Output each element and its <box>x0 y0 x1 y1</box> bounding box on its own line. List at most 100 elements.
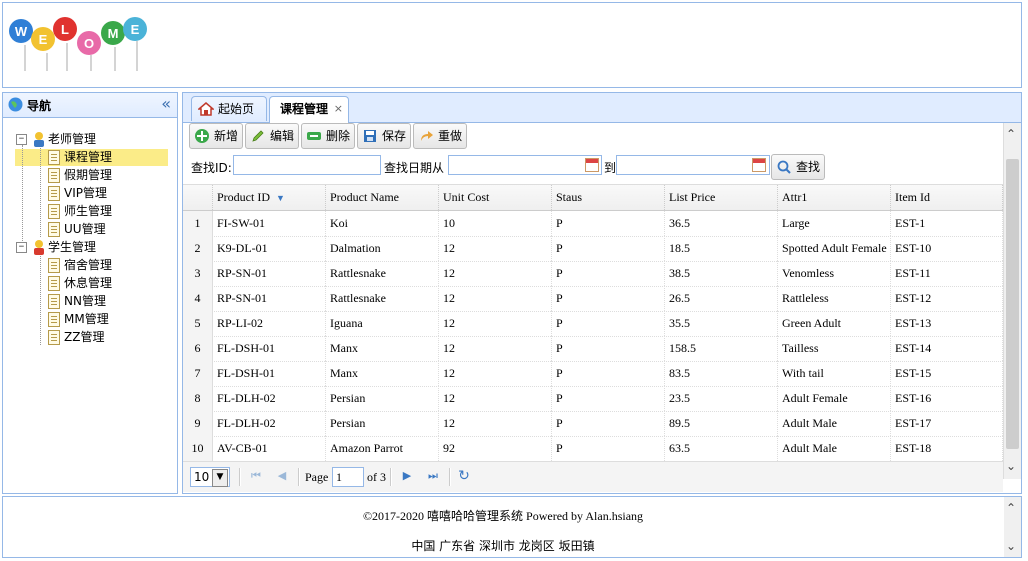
cell-product-id: AV-CB-01 <box>213 436 326 461</box>
scroll-down-icon[interactable]: ⌄ <box>1006 539 1016 553</box>
add-button[interactable]: 新增 <box>189 123 243 149</box>
tree-item-holiday[interactable]: 假期管理 <box>34 166 164 184</box>
tree-node-teacher[interactable]: − 老师管理 <box>16 130 166 148</box>
tree-node-student[interactable]: − 学生管理 <box>16 238 166 256</box>
globe-icon <box>8 97 23 112</box>
tree-item-uu[interactable]: UU管理 <box>34 220 164 238</box>
table-row[interactable]: 3 RP-SN-01 Rattlesnake 12 P 38.5 Venomless EST-… <box>183 261 1003 287</box>
cell-unit-cost: 12 <box>439 286 552 311</box>
redo-button[interactable]: 重做 <box>413 123 467 149</box>
svg-text:O: O <box>84 36 94 51</box>
document-icon <box>48 222 60 237</box>
column-header-attr1[interactable]: Attr1 <box>778 185 891 210</box>
cell-list-price: 18.5 <box>665 236 778 261</box>
column-header-product-name[interactable]: Product Name <box>326 185 439 210</box>
column-header-list-price[interactable]: List Price <box>665 185 778 210</box>
tree-item-rest[interactable]: 休息管理 <box>34 274 164 292</box>
table-row[interactable]: 1 FI-SW-01 Koi 10 P 36.5 Large EST-1 <box>183 211 1003 237</box>
cell-unit-cost: 12 <box>439 261 552 286</box>
separator <box>298 468 300 486</box>
chevron-down-icon[interactable]: ▼ <box>212 469 228 487</box>
page-number-input[interactable] <box>332 467 364 487</box>
scroll-up-icon[interactable]: ⌃ <box>1006 501 1016 515</box>
calendar-icon[interactable] <box>752 158 766 172</box>
welcome-logo: WEL OM E <box>9 17 147 71</box>
tree-line <box>22 145 23 249</box>
search-button[interactable]: 查找 <box>771 154 825 180</box>
scroll-down-icon[interactable]: ⌄ <box>1006 459 1016 473</box>
next-page-icon[interactable]: ▶ <box>399 468 415 484</box>
tree-label: ZZ管理 <box>64 330 105 344</box>
column-header-product-id[interactable]: Product ID ▼ <box>213 185 326 210</box>
table-row[interactable]: 5 RP-LI-02 Iguana 12 P 35.5 Green Adult EST-13 <box>183 311 1003 337</box>
row-number-header <box>183 185 213 210</box>
cell-product-id: RP-SN-01 <box>213 261 326 286</box>
prev-page-icon[interactable]: ◀ <box>274 468 290 484</box>
refresh-icon[interactable]: ↻ <box>456 468 472 484</box>
vertical-scrollbar[interactable]: ⌃ ⌄ <box>1003 123 1021 479</box>
cell-product-id: FL-DLH-02 <box>213 386 326 411</box>
search-id-input[interactable] <box>233 155 381 175</box>
last-page-icon[interactable]: ⏭ <box>425 468 441 484</box>
date-from-input[interactable] <box>448 155 602 175</box>
cell-unit-cost: 12 <box>439 411 552 436</box>
tree-item-mm[interactable]: MM管理 <box>34 310 164 328</box>
table-row[interactable]: 2 K9-DL-01 Dalmation 12 P 18.5 Spotted Adult F… <box>183 236 1003 262</box>
footer-scrollbar[interactable]: ⌃ ⌄ <box>1004 497 1021 557</box>
tree-item-nn[interactable]: NN管理 <box>34 292 164 310</box>
row-number: 6 <box>183 336 213 361</box>
navigation-header: 导航 « <box>3 93 177 118</box>
calendar-icon[interactable] <box>585 158 599 172</box>
table-row[interactable]: 10 AV-CB-01 Amazon Parrot 92 P 63.5 Adult Male… <box>183 436 1003 462</box>
cell-attr1: Adult Male <box>778 411 891 436</box>
cell-product-id: FI-SW-01 <box>213 211 326 236</box>
first-page-icon[interactable]: ⏮ <box>248 468 264 484</box>
table-row[interactable]: 9 FL-DLH-02 Persian 12 P 89.5 Adult Male EST-17 <box>183 411 1003 437</box>
column-header-status[interactable]: Staus <box>552 185 665 210</box>
page-size-select[interactable]: 10 ▼ <box>190 467 230 487</box>
table-row[interactable]: 7 FL-DSH-01 Manx 12 P 83.5 With tail EST-15 <box>183 361 1003 387</box>
separator <box>239 468 241 486</box>
save-icon <box>364 130 376 142</box>
document-icon <box>48 204 60 219</box>
save-button[interactable]: 保存 <box>357 123 411 149</box>
tab-home[interactable]: 起始页 <box>191 96 267 121</box>
collapse-toggle-icon[interactable]: − <box>16 242 27 253</box>
tree-item-course[interactable]: 课程管理 <box>34 148 164 166</box>
scroll-thumb[interactable] <box>1006 159 1019 449</box>
table-row[interactable]: 8 FL-DLH-02 Persian 12 P 23.5 Adult Female EST-… <box>183 386 1003 412</box>
tree-item-vip[interactable]: VIP管理 <box>34 184 164 202</box>
tree-item-teacher-student[interactable]: 师生管理 <box>34 202 164 220</box>
cell-item-id: EST-17 <box>891 411 1003 436</box>
column-header-unit-cost[interactable]: Unit Cost <box>439 185 552 210</box>
collapse-toggle-icon[interactable]: − <box>16 134 27 145</box>
tree-item-dorm[interactable]: 宿舍管理 <box>34 256 164 274</box>
cell-attr1: Green Adult <box>778 311 891 336</box>
separator <box>449 468 451 486</box>
product-grid: Product ID ▼ Product Name Unit Cost Stau… <box>183 184 1003 462</box>
cell-product-id: RP-LI-02 <box>213 311 326 336</box>
navigation-title: 导航 <box>27 99 52 113</box>
cell-list-price: 158.5 <box>665 336 778 361</box>
collapse-icon[interactable]: « <box>161 95 171 113</box>
header-region: WEL OME <box>2 2 1022 88</box>
edit-button[interactable]: 编辑 <box>245 123 299 149</box>
date-to-input[interactable] <box>616 155 770 175</box>
tab-course[interactable]: 课程管理 × <box>269 96 349 123</box>
cell-product-id: K9-DL-01 <box>213 236 326 261</box>
close-icon[interactable]: × <box>334 97 343 121</box>
delete-button[interactable]: 删除 <box>301 123 355 149</box>
cell-list-price: 35.5 <box>665 311 778 336</box>
remove-icon <box>307 132 321 140</box>
tree-label: 学生管理 <box>48 240 97 254</box>
table-row[interactable]: 4 RP-SN-01 Rattlesnake 12 P 26.5 Rattleless EST… <box>183 286 1003 312</box>
table-row[interactable]: 6 FL-DSH-01 Manx 12 P 158.5 Tailless EST-14 <box>183 336 1003 362</box>
grid-header: Product ID ▼ Product Name Unit Cost Stau… <box>183 184 1003 211</box>
scroll-up-icon[interactable]: ⌃ <box>1006 127 1016 141</box>
column-header-item-id[interactable]: Item Id <box>891 185 1003 210</box>
cell-attr1: Adult Female <box>778 386 891 411</box>
cell-item-id: EST-1 <box>891 211 1003 236</box>
tree-item-zz[interactable]: ZZ管理 <box>34 328 164 346</box>
cell-status: P <box>552 336 665 361</box>
date-from-label: 查找日期从 <box>384 161 445 175</box>
